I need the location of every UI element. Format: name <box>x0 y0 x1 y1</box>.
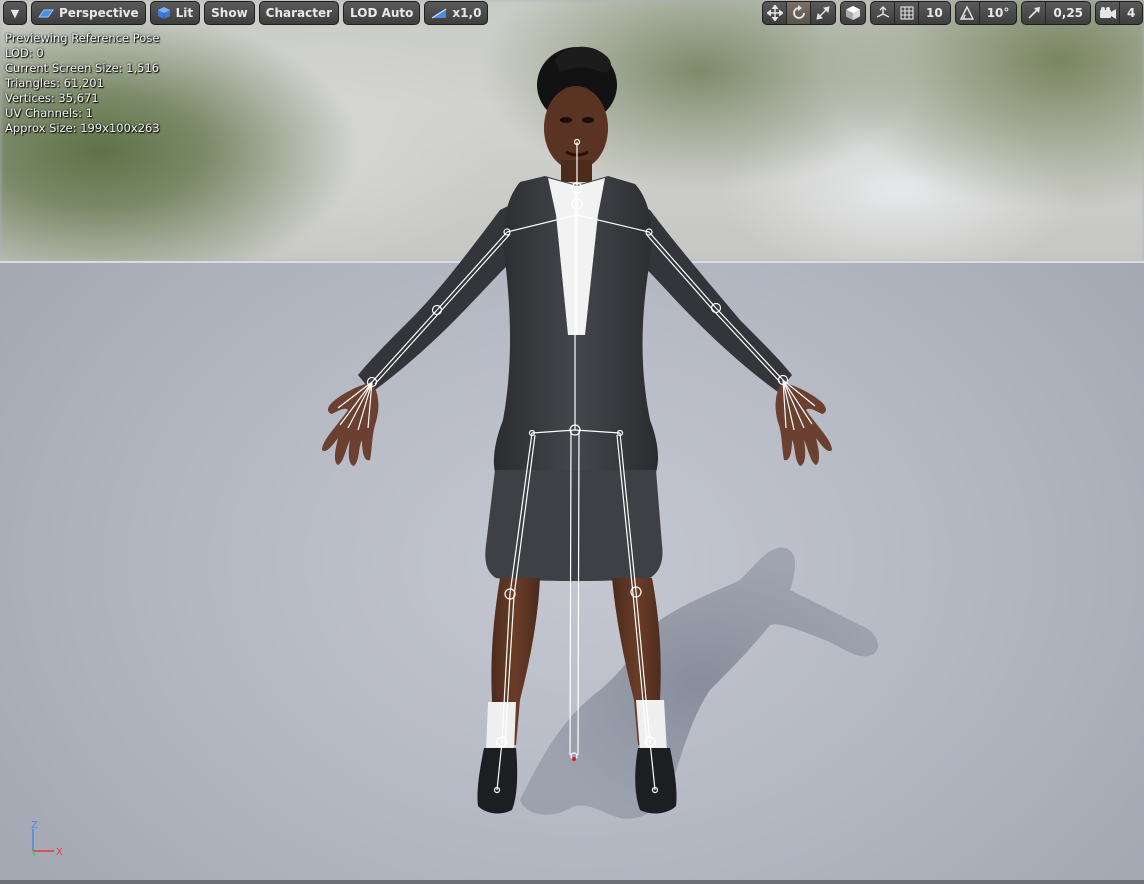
chevron-down-icon: ▼ <box>10 6 20 20</box>
viewport-toolbar-left: ▼ Perspective Lit Show Character LOD Aut… <box>3 1 489 25</box>
rotation-snap-value: 10° <box>986 6 1010 20</box>
move-arrows-icon <box>766 5 783 21</box>
playback-speed-button[interactable]: x1,0 <box>424 1 489 25</box>
character-shadow <box>520 547 879 819</box>
scale-snap-group: 0,25 <box>1021 1 1092 25</box>
grid-snap-value: 10 <box>926 6 943 20</box>
rotation-snap-group: 10° <box>954 1 1018 25</box>
speed-slope-icon <box>432 8 447 19</box>
root-bone-marker <box>572 757 576 761</box>
camera-speed-group: 4 <box>1095 1 1144 25</box>
character-torso <box>485 176 663 581</box>
speed-label: x1,0 <box>452 6 482 20</box>
rotate-icon <box>792 5 805 19</box>
lod-auto-button[interactable]: LOD Auto <box>343 1 421 25</box>
axis-z-label: Z <box>31 820 38 831</box>
character-scene[interactable] <box>0 0 1144 884</box>
show-button[interactable]: Show <box>204 1 255 25</box>
lit-cube-icon <box>157 7 170 19</box>
lod-label: LOD Auto <box>350 6 414 20</box>
view-mode-lit-button[interactable]: Lit <box>149 1 201 25</box>
lit-label: Lit <box>175 6 194 20</box>
rotate-mode-button[interactable] <box>787 2 811 24</box>
approx-size-text: Approx Size: 199x100x263 <box>5 121 160 135</box>
viewport[interactable]: ▼ Perspective Lit Show Character LOD Aut… <box>0 0 1144 884</box>
surface-snap-icon <box>876 6 889 18</box>
screen-size-text: Current Screen Size: 1,516 <box>5 61 160 75</box>
viewport-options-menu-button[interactable]: ▼ <box>3 1 27 25</box>
triangles-text: Triangles: 61,201 <box>5 76 104 90</box>
surface-snap-button[interactable] <box>871 2 895 24</box>
coordinate-system-group <box>840 1 866 25</box>
scale-snap-toggle-button[interactable] <box>1022 2 1047 24</box>
angle-icon <box>960 5 975 20</box>
cube-icon <box>846 6 860 20</box>
grid-icon <box>899 6 914 20</box>
preview-mode-text: Previewing Reference Pose <box>5 31 160 45</box>
camera-speed-value: 4 <box>1127 6 1136 20</box>
scale-arrows-icon <box>816 6 830 20</box>
vertices-text: Vertices: 35,671 <box>5 91 99 105</box>
scale-snap-icon <box>1028 7 1040 19</box>
world-local-toggle-button[interactable] <box>841 2 865 24</box>
grid-snap-toggle-button[interactable] <box>895 2 919 24</box>
rotation-snap-value-button[interactable]: 10° <box>980 2 1017 24</box>
character-button[interactable]: Character <box>258 1 340 25</box>
lod-text: LOD: 0 <box>5 46 44 60</box>
translate-mode-button[interactable] <box>763 2 787 24</box>
rotation-snap-toggle-button[interactable] <box>956 2 980 24</box>
grid-snap-value-button[interactable]: 10 <box>919 2 950 24</box>
show-label: Show <box>211 6 248 20</box>
camera-speed-value-button[interactable]: 4 <box>1120 2 1142 24</box>
scale-snap-value-button[interactable]: 0,25 <box>1046 2 1090 24</box>
perspective-plane-icon <box>38 9 54 18</box>
scale-mode-button[interactable] <box>811 2 835 24</box>
camera-speed-button[interactable] <box>1096 2 1121 24</box>
character-label: Character <box>265 6 333 20</box>
perspective-label: Perspective <box>59 6 139 20</box>
scale-snap-value: 0,25 <box>1053 6 1084 20</box>
transform-mode-group <box>762 1 836 25</box>
grid-snap-group: 10 <box>870 1 951 25</box>
axis-x-label: X <box>56 847 63 858</box>
viewport-bottom-border <box>0 880 1144 884</box>
viewport-toolbar-right: 10 10° 0,25 4 <box>762 1 1144 25</box>
viewport-stats-overlay: Previewing Reference Pose LOD: 0 Current… <box>5 31 160 136</box>
axis-gizmo: Z X <box>31 820 63 858</box>
uv-channels-text: UV Channels: 1 <box>5 106 93 120</box>
camera-icon <box>1099 7 1116 19</box>
perspective-button[interactable]: Perspective <box>31 1 146 25</box>
